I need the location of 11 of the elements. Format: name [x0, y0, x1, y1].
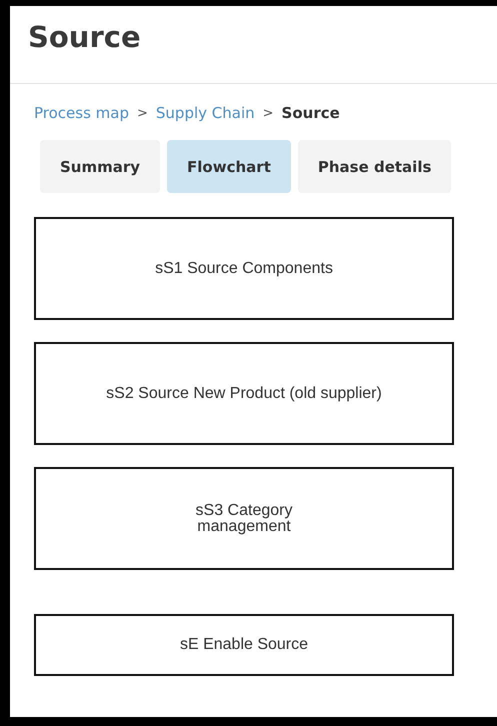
breadcrumb-separator: > [262, 106, 274, 120]
tab[interactable]: Phase details [298, 140, 452, 193]
breadcrumb-separator: > [137, 106, 148, 120]
process-step[interactable]: sS3 Category management [34, 467, 454, 570]
page-title: Source [28, 20, 141, 54]
breadcrumb-current: Source [282, 104, 340, 122]
tab[interactable]: Flowchart [167, 140, 291, 193]
process-step[interactable]: sS1 Source Components [34, 217, 454, 320]
process-step[interactable]: sE Enable Source [34, 614, 454, 676]
process-step[interactable]: sS2 Source New Product (old supplier) [34, 342, 454, 445]
tab[interactable]: Summary [40, 140, 160, 193]
